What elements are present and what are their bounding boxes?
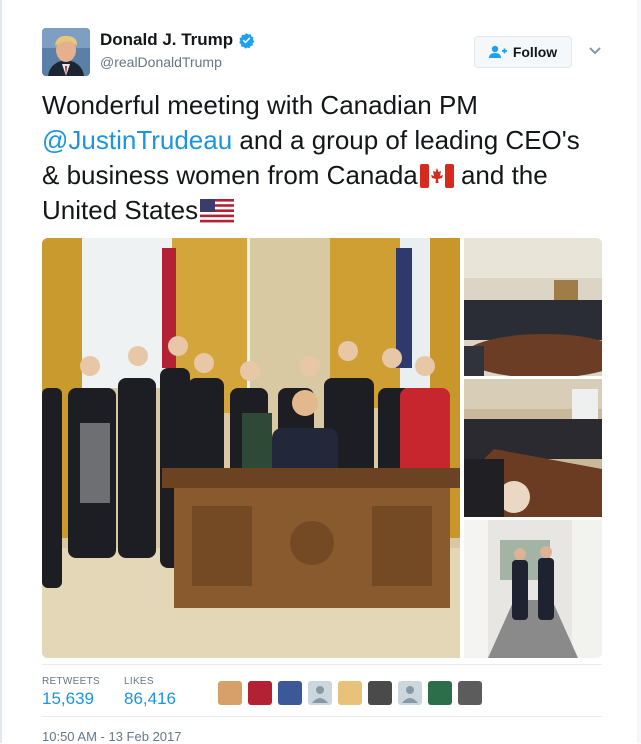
user-handle[interactable]: @realDonaldTrump	[100, 54, 222, 70]
stats-divider-bottom	[42, 716, 602, 717]
avatar[interactable]	[42, 28, 90, 76]
follow-button-label: Follow	[512, 44, 558, 60]
display-name-text: Donald J. Trump	[100, 30, 234, 49]
liker-avatar[interactable]	[398, 681, 422, 705]
default-user-icon	[312, 686, 328, 703]
stats-divider-top	[42, 664, 602, 665]
liker-avatar[interactable]	[308, 681, 332, 705]
roundtable-meeting-photo[interactable]	[464, 379, 602, 517]
display-name[interactable]: Donald J. Trump	[100, 30, 255, 50]
oval-office-group-image	[42, 238, 460, 658]
likes-count[interactable]: 86,416	[124, 689, 176, 709]
cabinet-room-meeting-image	[464, 238, 602, 376]
liker-avatar[interactable]	[218, 681, 242, 705]
default-user-icon	[402, 686, 418, 703]
roundtable-meeting-image	[464, 379, 602, 517]
page-edge-right	[637, 0, 641, 743]
page-edge-left	[0, 0, 2, 743]
colonnade-walk-photo[interactable]	[464, 520, 602, 658]
retweets-count[interactable]: 15,639	[42, 689, 94, 709]
tweet-timestamp[interactable]: 10:50 AM - 13 Feb 2017	[42, 729, 181, 744]
liker-avatars	[218, 681, 482, 705]
liker-avatar[interactable]	[458, 681, 482, 705]
colonnade-walk-image	[464, 520, 602, 658]
liker-avatar[interactable]	[338, 681, 362, 705]
canada-flag-icon	[419, 164, 454, 188]
tweet-text: Wonderful meeting with Canadian PM @Just…	[42, 88, 602, 228]
verified-badge-icon	[239, 32, 255, 49]
liker-avatar[interactable]	[428, 681, 452, 705]
follow-button[interactable]: Follow	[474, 36, 572, 68]
liker-avatar[interactable]	[368, 681, 392, 705]
tweet-text-part1: Wonderful meeting with Canadian PM	[42, 90, 478, 120]
retweets-label: RETWEETS	[42, 676, 100, 687]
liker-avatar[interactable]	[278, 681, 302, 705]
us-flag-icon	[200, 199, 235, 223]
media-grid	[42, 238, 602, 658]
add-user-icon	[488, 45, 507, 58]
cabinet-room-meeting-photo[interactable]	[464, 238, 602, 376]
avatar-image	[42, 28, 90, 76]
oval-office-group-photo[interactable]	[42, 238, 460, 658]
liker-avatar[interactable]	[248, 681, 272, 705]
chevron-down-icon[interactable]	[588, 45, 602, 57]
mention-link[interactable]: @JustinTrudeau	[42, 125, 232, 155]
likes-label: LIKES	[124, 676, 154, 687]
